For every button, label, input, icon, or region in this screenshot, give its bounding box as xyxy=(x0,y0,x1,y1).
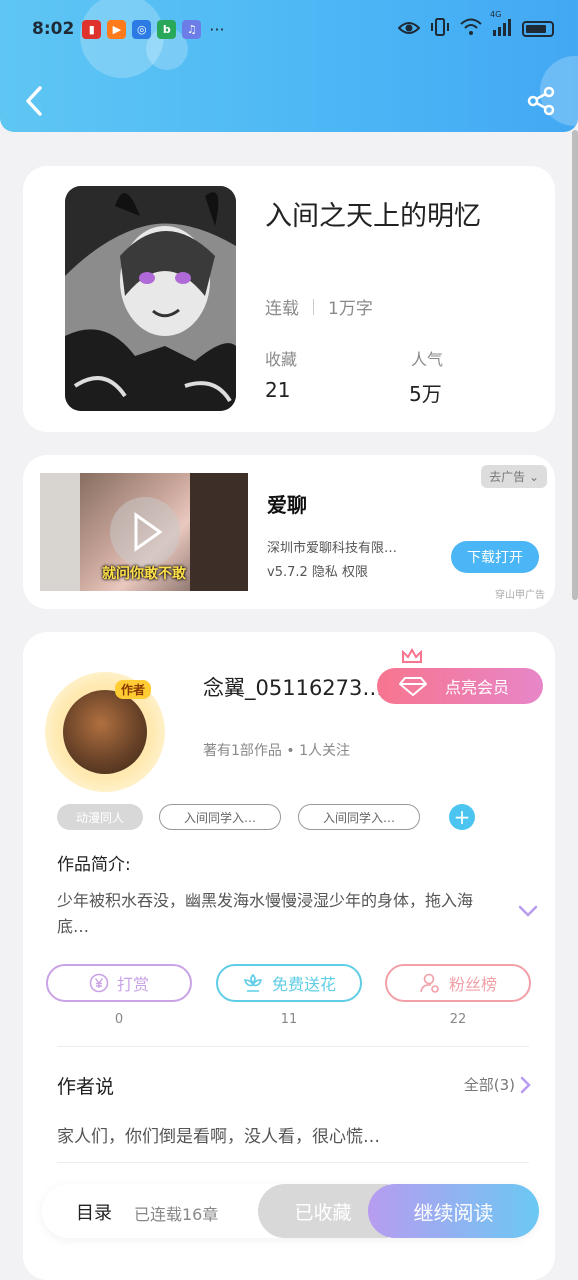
back-button[interactable] xyxy=(20,84,50,118)
fans-count: 22 xyxy=(449,1012,467,1027)
popularity-label: 人气 xyxy=(411,350,444,369)
favorites-label: 收藏 xyxy=(265,350,298,369)
chevron-right-icon xyxy=(520,1076,531,1093)
chevron-left-icon xyxy=(26,86,42,116)
crown-icon xyxy=(402,648,422,663)
vip-button-label: 点亮会员 xyxy=(445,678,510,697)
play-button[interactable] xyxy=(110,497,180,567)
top-header: 8:02 ▮ ▶ ◎ b ♫ ··· 4G xyxy=(0,0,578,132)
vibrate-icon xyxy=(430,18,450,40)
expand-chevron-icon[interactable] xyxy=(517,904,539,918)
notification-b-icon: b xyxy=(157,19,177,39)
notification-book-icon: ▮ xyxy=(82,19,102,39)
remove-ad-label: 去广告 xyxy=(489,470,526,484)
notification-music-icon: ♫ xyxy=(182,19,202,39)
tag-category[interactable]: 动漫同人 xyxy=(57,804,143,830)
battery-icon xyxy=(522,21,554,37)
yen-icon xyxy=(89,973,109,993)
scrollbar[interactable] xyxy=(572,130,578,600)
intro-heading: 作品简介: xyxy=(57,855,131,875)
popularity-value: 5万 xyxy=(409,382,442,406)
author-stats: 著有1部作品 • 1人关注 xyxy=(203,743,350,759)
eye-icon xyxy=(397,20,421,39)
meta-separator xyxy=(313,298,314,315)
remove-ad-button[interactable]: 去广告 ⌄ xyxy=(481,465,547,488)
fans-ranking-button[interactable]: 粉丝榜 xyxy=(385,964,531,1002)
notification-browser-icon: ◎ xyxy=(132,19,152,39)
avatar xyxy=(63,690,147,774)
play-icon xyxy=(134,512,163,552)
tag-work-2[interactable]: 入间同学入… xyxy=(298,804,420,830)
continue-reading-button[interactable]: 继续阅读 xyxy=(368,1184,539,1238)
send-flower-button[interactable]: 免费送花 xyxy=(216,964,362,1002)
author-says-all-label: 全部(3) xyxy=(463,1076,515,1094)
share-icon xyxy=(527,86,555,116)
status-time: 8:02 xyxy=(32,19,75,39)
book-cover-illustration xyxy=(65,186,236,411)
book-word-count: 1万字 xyxy=(328,299,373,319)
status-more: ··· xyxy=(209,19,225,39)
author-says-all-link[interactable]: 全部(3) xyxy=(464,1074,531,1095)
author-card: 作者 念翼_05116273… 点亮会员 著有1部作品 • 1人关注 动漫同人 … xyxy=(23,632,555,1280)
flower-count: 11 xyxy=(280,1012,298,1027)
ad-video-thumbnail[interactable]: 就问你敢不敢 xyxy=(40,473,248,591)
ad-company: 深圳市爱聊科技有限… xyxy=(267,541,398,556)
diamond-icon xyxy=(399,677,427,696)
divider xyxy=(57,1046,529,1047)
notification-video-icon: ▶ xyxy=(107,19,127,39)
tip-count: 0 xyxy=(114,1012,124,1027)
fans-icon xyxy=(420,973,439,993)
tag-work-1[interactable]: 入间同学入… xyxy=(159,804,281,830)
toc-button[interactable]: 目录 xyxy=(76,1199,112,1225)
fans-ranking-label: 粉丝榜 xyxy=(448,975,497,994)
network-type: 4G xyxy=(490,10,502,19)
author-badge: 作者 xyxy=(115,680,152,699)
bottom-action-bar: 目录 已连载16章 已收藏 继续阅读 xyxy=(42,1184,539,1238)
intro-text: 少年被积水吞没，幽黑发海水慢慢浸湿少年的身体，拖入海底… xyxy=(57,891,474,936)
chevron-down-icon: ⌄ xyxy=(528,470,539,484)
book-meta: 连载 1万字 xyxy=(265,294,373,319)
chapter-count[interactable]: 已连载16章 xyxy=(134,1201,218,1225)
ad-app-name: 爱聊 xyxy=(267,493,307,517)
status-bar: 8:02 ▮ ▶ ◎ b ♫ ··· 4G xyxy=(32,10,554,44)
author-name[interactable]: 念翼_05116273… xyxy=(203,672,383,702)
vip-button[interactable]: 点亮会员 xyxy=(377,668,543,704)
favorites-value: 21 xyxy=(265,378,291,402)
book-title: 入间之天上的明忆 xyxy=(265,201,481,232)
ad-card[interactable]: 就问你敢不敢 爱聊 深圳市爱聊科技有限… v5.7.2 隐私 权限 去广告 ⌄ … xyxy=(23,455,555,609)
author-says-text[interactable]: 家人们，你们倒是看啊，没人看，很心慌… xyxy=(57,1122,380,1147)
ad-version-privacy[interactable]: v5.7.2 隐私 权限 xyxy=(267,561,368,580)
add-tag-button[interactable]: + xyxy=(449,804,475,830)
divider xyxy=(57,1162,529,1163)
ad-video-caption: 就问你敢不敢 xyxy=(102,566,186,582)
book-cover[interactable] xyxy=(65,186,236,411)
book-status: 连载 xyxy=(265,299,299,319)
signal-icon: 4G xyxy=(490,10,512,40)
send-flower-label: 免费送花 xyxy=(271,975,336,994)
ad-source: 穿山甲广告 xyxy=(495,590,545,601)
author-says-heading: 作者说 xyxy=(57,1076,115,1098)
author-avatar-frame[interactable]: 作者 xyxy=(45,672,165,792)
flower-icon xyxy=(243,973,263,992)
wifi-icon xyxy=(460,18,482,40)
tip-button[interactable]: 打赏 xyxy=(46,964,192,1002)
share-button[interactable] xyxy=(526,86,556,116)
book-info-card: 入间之天上的明忆 连载 1万字 收藏 人气 21 5万 xyxy=(23,166,555,432)
tip-label: 打赏 xyxy=(116,975,149,994)
ad-download-button[interactable]: 下载打开 xyxy=(451,541,539,573)
